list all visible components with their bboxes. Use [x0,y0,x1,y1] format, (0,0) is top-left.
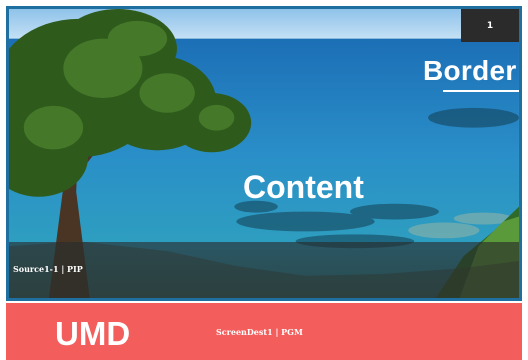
right-arrow-icon [443,90,519,92]
window-number-badge: 1 [461,9,519,42]
content-label: Content [243,169,364,205]
screen-destination-label: ScreenDest1 | PGM [216,327,303,337]
source-strip: Source1-1 | PIP [9,242,519,298]
umd-label: UMD [55,315,131,352]
border-label: Border [423,55,517,86]
umd-bar: UMD ScreenDest1 | PGM [6,303,522,360]
pip-window-frame[interactable]: 1 Border Content Source1-1 | PIP [6,6,522,301]
source-label: Source1-1 | PIP [13,264,83,274]
